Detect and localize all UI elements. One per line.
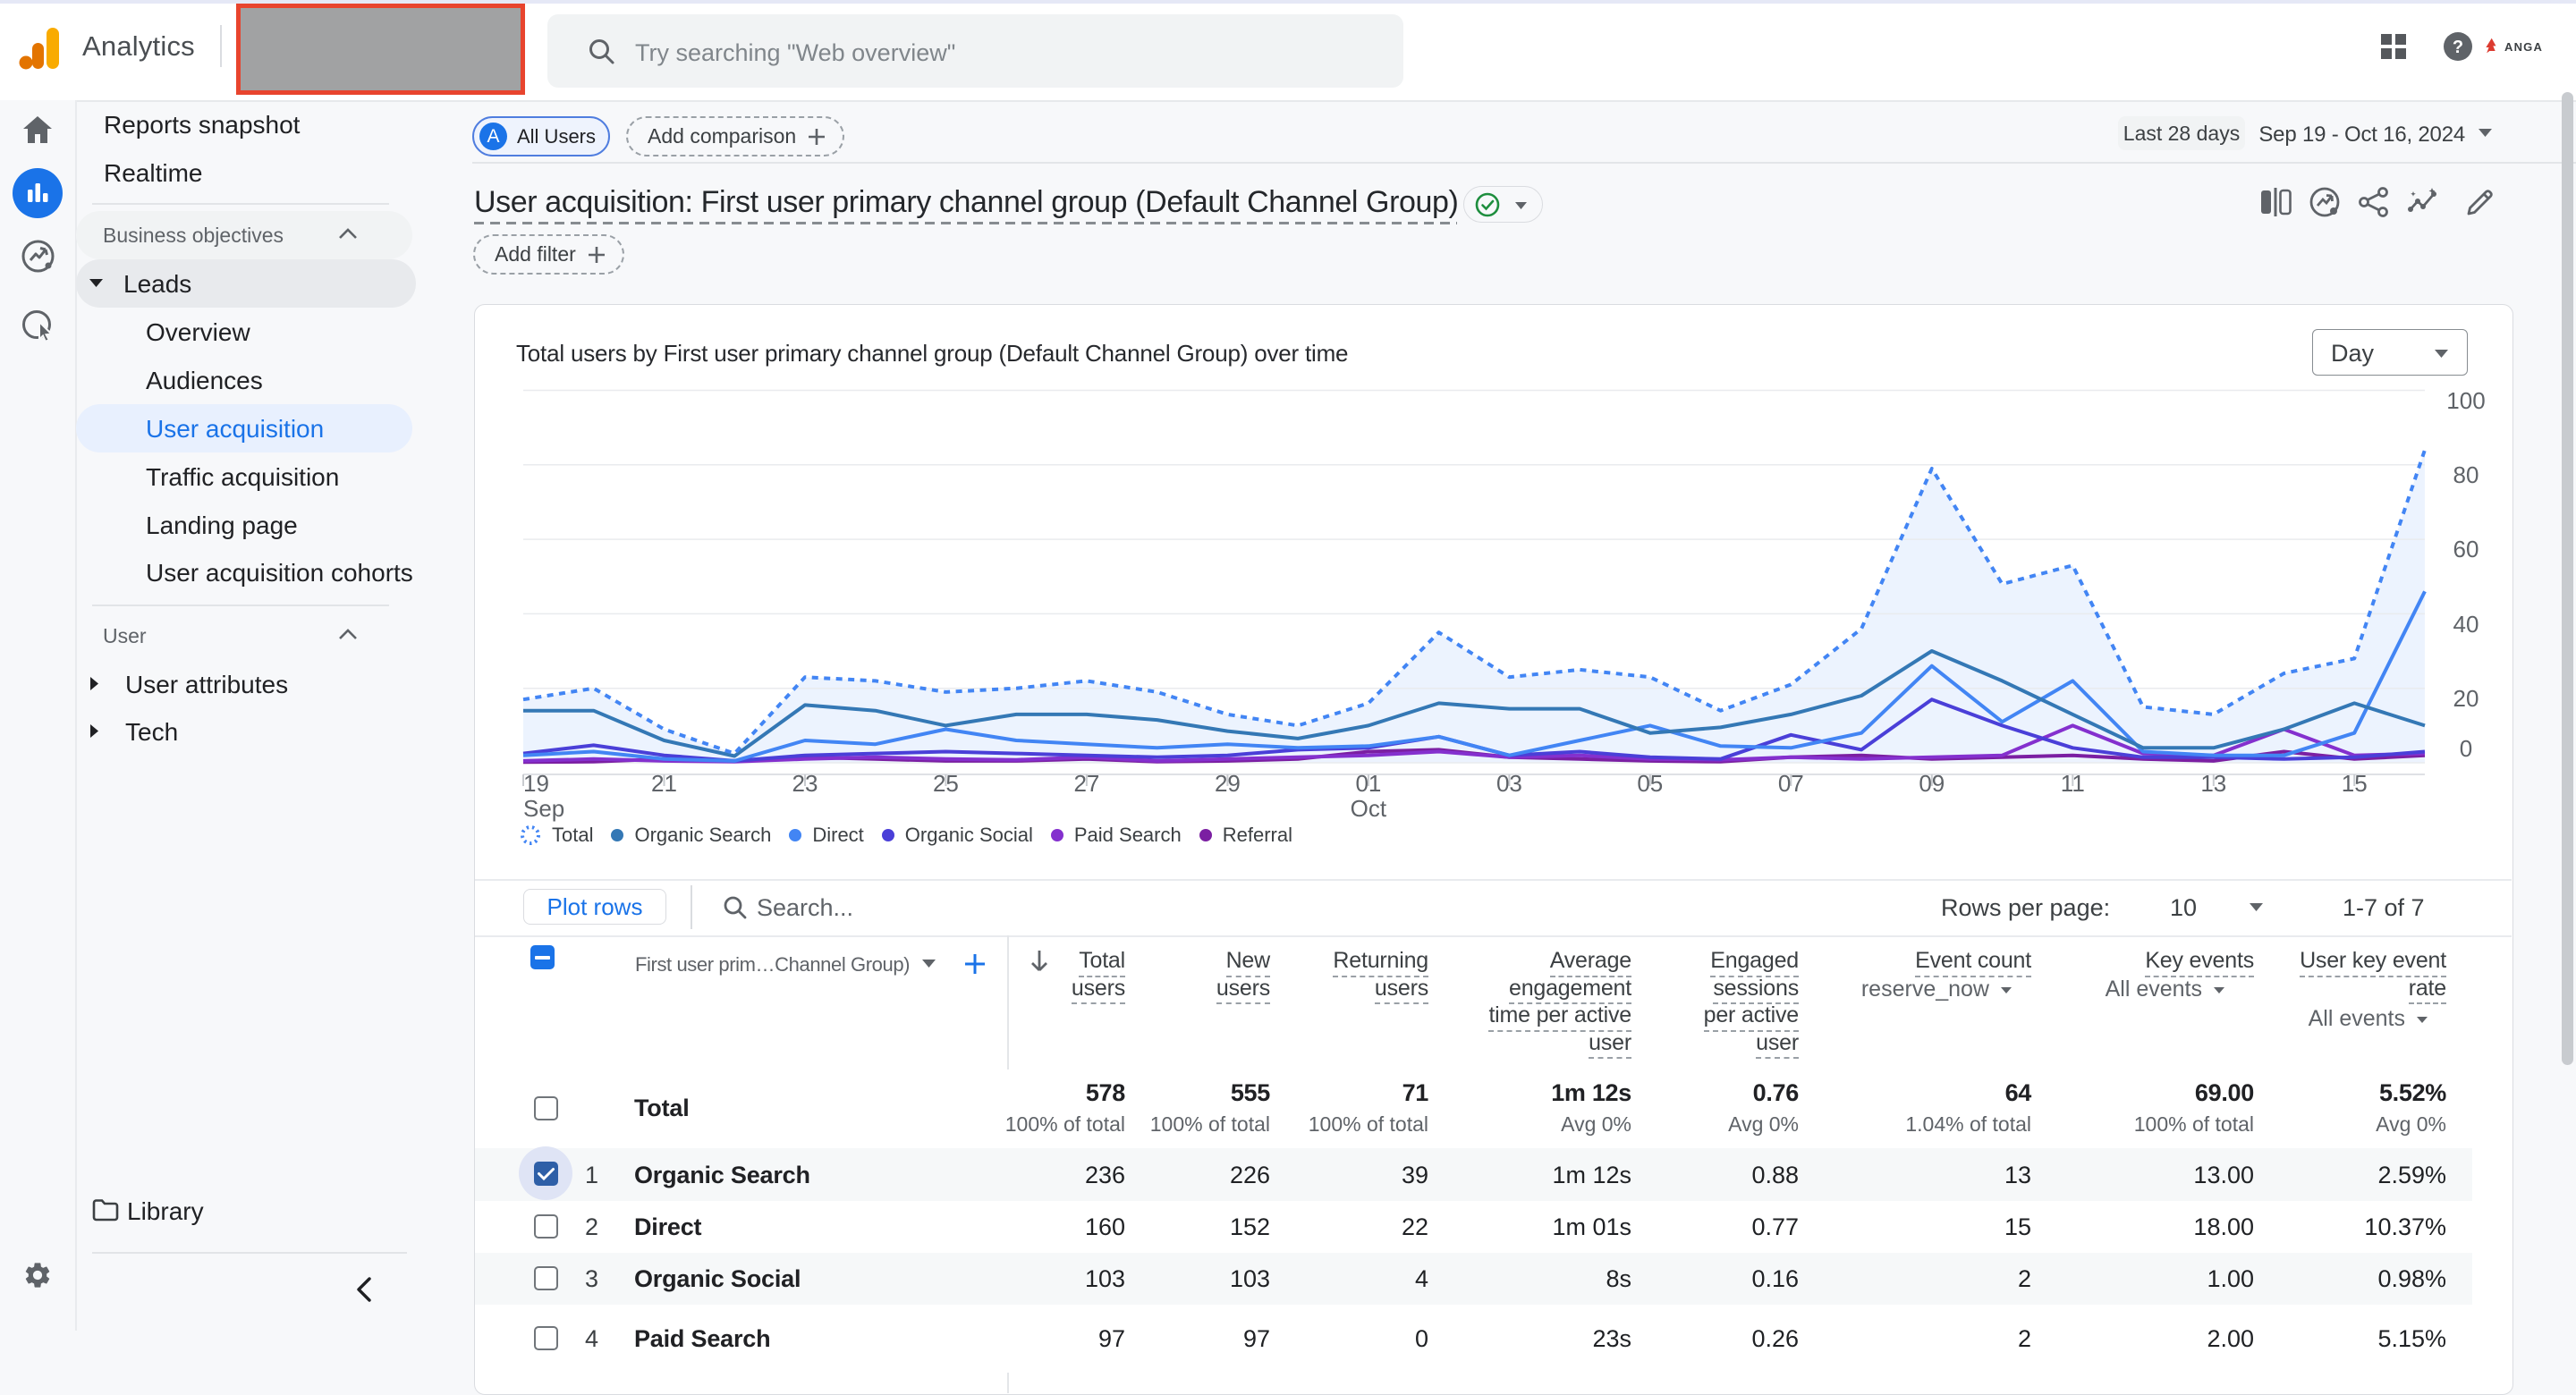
svg-text:40: 40 — [2453, 611, 2479, 638]
svg-text:20: 20 — [2453, 685, 2479, 712]
svg-text:05: 05 — [1637, 770, 1663, 797]
svg-text:03: 03 — [1496, 770, 1522, 797]
svg-text:Oct: Oct — [1351, 795, 1387, 822]
svg-text:07: 07 — [1778, 770, 1804, 797]
svg-text:100: 100 — [2446, 387, 2485, 414]
svg-text:?: ? — [2453, 38, 2463, 57]
svg-text:Sep: Sep — [523, 795, 564, 822]
svg-text:80: 80 — [2453, 461, 2479, 488]
svg-text:01: 01 — [1355, 770, 1381, 797]
svg-text:21: 21 — [651, 770, 677, 797]
svg-text:11: 11 — [2061, 770, 2085, 797]
svg-text:09: 09 — [1919, 770, 1945, 797]
svg-text:19: 19 — [523, 770, 549, 797]
svg-text:0: 0 — [2460, 735, 2472, 762]
svg-text:23: 23 — [792, 770, 818, 797]
svg-text:60: 60 — [2453, 536, 2479, 562]
svg-text:13: 13 — [2200, 770, 2226, 797]
svg-text:15: 15 — [2342, 770, 2368, 797]
svg-text:29: 29 — [1215, 770, 1241, 797]
svg-text:27: 27 — [1073, 770, 1099, 797]
svg-text:25: 25 — [933, 770, 959, 797]
